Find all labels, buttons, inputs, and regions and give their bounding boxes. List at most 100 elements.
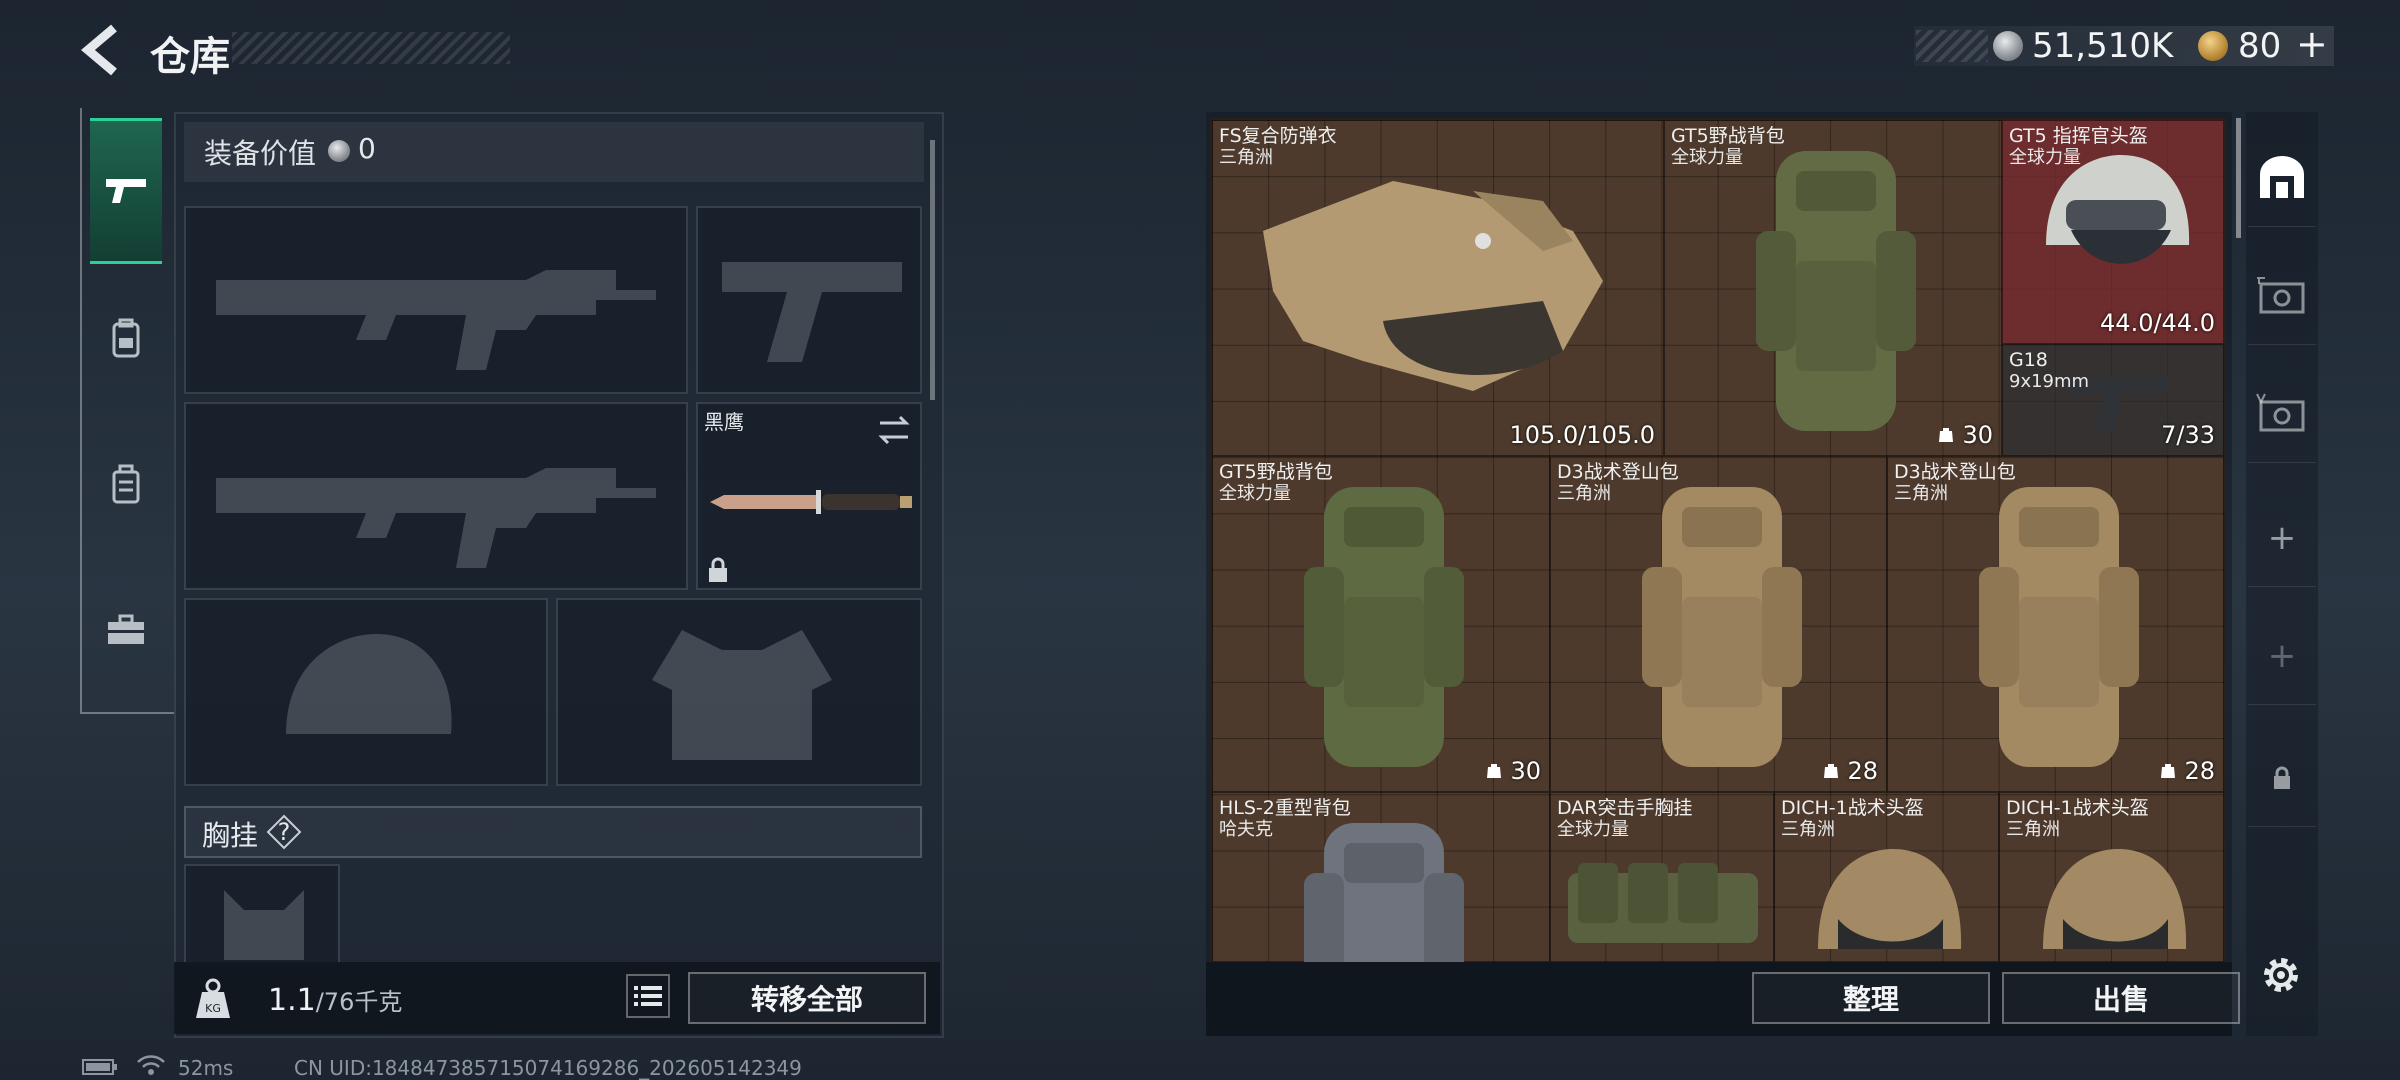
primary-weapon-slot[interactable] <box>184 206 688 394</box>
item-faction: 三角洲 <box>1557 483 1611 504</box>
stash-tab-4[interactable] <box>2248 248 2316 345</box>
stash-item-body-armor[interactable]: FS复合防弹衣 三角洲 105.0/105.0 <box>1212 120 1664 456</box>
item-ammo: 7/33 <box>2161 421 2215 449</box>
chest-rig-picture <box>1568 863 1758 943</box>
sell-button[interactable]: 出售 <box>2002 972 2240 1024</box>
stash-item-pistol[interactable]: G18 9x19mm 7/33 <box>2002 344 2224 456</box>
stash-scrollbar[interactable] <box>2236 118 2241 238</box>
rig-silhouette-icon <box>224 890 304 960</box>
stash-item-backpack[interactable]: D3战术登山包 三角洲 28 <box>1887 456 2224 792</box>
list-icon <box>634 986 662 1006</box>
item-capacity: 28 <box>1822 757 1878 785</box>
chest-rig-slot[interactable] <box>184 864 340 964</box>
item-faction: 三角洲 <box>1219 147 1273 168</box>
storage-main-icon <box>2260 156 2304 198</box>
backpack-tab-icon <box>112 318 140 358</box>
currency-decoration <box>1916 30 1988 62</box>
back-arrow-icon[interactable] <box>78 22 122 78</box>
stash-item-backpack[interactable]: D3战术登山包 三角洲 28 <box>1550 456 1887 792</box>
item-name: GT5 指挥官头盔 <box>2009 125 2148 147</box>
item-durability: 44.0/44.0 <box>2100 309 2215 337</box>
item-faction: 三角洲 <box>1894 483 1948 504</box>
list-view-button[interactable] <box>626 974 670 1018</box>
stash-item-helmet[interactable]: DICH-1战术头盔 三角洲 <box>1999 792 2224 962</box>
item-faction: 全球力量 <box>1219 483 1291 504</box>
equipment-value: 0 <box>358 132 376 165</box>
silver-coin-icon <box>1993 31 2023 61</box>
tab-weapons[interactable] <box>90 118 162 264</box>
melee-item-name: 黑鹰 <box>704 410 744 434</box>
wifi-icon <box>137 1055 165 1075</box>
item-name: GT5野战背包 <box>1219 461 1333 483</box>
storage-icon <box>1938 428 1953 442</box>
stash-tab-locked[interactable] <box>2248 730 2316 827</box>
add-stash-page-button-disabled[interactable]: + <box>2248 608 2316 705</box>
ping-readout: 52ms <box>178 1056 234 1080</box>
stash-item-chest-rig[interactable]: DAR突击手胸挂 全球力量 <box>1550 792 1774 962</box>
backpack-picture <box>1756 151 1916 431</box>
token-amount: 80 <box>2238 26 2282 66</box>
expansion-box-icon <box>2256 393 2305 432</box>
item-name: DAR突击手胸挂 <box>1557 797 1693 819</box>
backpack-picture <box>1979 487 2139 767</box>
swap-icon[interactable] <box>872 408 916 452</box>
helmet-picture <box>1818 849 1962 949</box>
rifle-silhouette-icon <box>216 468 656 568</box>
tab-toolbox[interactable] <box>90 560 162 700</box>
rig-tab-icon <box>112 464 140 504</box>
pistol-slot[interactable] <box>696 206 922 394</box>
storage-icon <box>1823 764 1838 778</box>
tab-backpack[interactable] <box>90 268 162 408</box>
expansion-box-icon <box>2257 277 2305 314</box>
item-name: G18 <box>2009 349 2048 371</box>
item-capacity: 30 <box>1937 421 1993 449</box>
armor-picture <box>1263 181 1603 391</box>
helmet-picture <box>2043 849 2187 949</box>
tab-rig[interactable] <box>90 414 162 554</box>
rifle-silhouette-icon <box>216 270 656 370</box>
backpack-picture <box>1304 487 1464 767</box>
stash-item-backpack[interactable]: GT5野战背包 全球力量 30 <box>1212 456 1550 792</box>
item-faction: 三角洲 <box>1781 819 1835 840</box>
sort-button[interactable]: 整理 <box>1752 972 1990 1024</box>
carry-weight: 1.1/76千克 <box>268 982 402 1018</box>
stash-grid: FS复合防弹衣 三角洲 105.0/105.0 GT5野战背包 全球力量 30 … <box>1210 118 2226 964</box>
weight-icon: KG <box>196 978 230 1018</box>
backpack-picture <box>1642 487 1802 767</box>
item-name: HLS-2重型背包 <box>1219 797 1351 819</box>
helmet-slot[interactable] <box>184 598 548 786</box>
storage-icon <box>1486 764 1501 778</box>
item-faction: 哈夫克 <box>1219 819 1273 840</box>
page-title: 仓库 <box>150 34 230 80</box>
gear-icon[interactable] <box>2258 952 2304 998</box>
transfer-all-button[interactable]: 转移全部 <box>688 972 926 1024</box>
equipment-value-label: 装备价值 <box>204 137 317 170</box>
pistol-icon <box>106 179 146 203</box>
secondary-weapon-slot[interactable] <box>184 402 688 590</box>
equipment-scrollbar[interactable] <box>930 140 935 400</box>
money-amount: 51,510K <box>2032 26 2174 66</box>
stash-item-helmet-highlighted[interactable]: GT5 指挥官头盔 全球力量 44.0/44.0 <box>2002 120 2224 344</box>
stash-item-backpack[interactable]: GT5野战背包 全球力量 30 <box>1664 120 2002 456</box>
chest-rig-label: 胸挂 <box>202 819 259 852</box>
chest-rig-help-button[interactable]: ? <box>266 814 302 850</box>
item-faction: 全球力量 <box>1671 147 1743 168</box>
stash-tab-5[interactable] <box>2248 366 2316 463</box>
armor-slot[interactable] <box>556 598 922 786</box>
carry-weight-max: /76千克 <box>315 988 403 1016</box>
stash-item-backpack[interactable]: HLS-2重型背包 哈夫克 <box>1212 792 1550 962</box>
item-name: DICH-1战术头盔 <box>1781 797 1924 819</box>
carry-weight-current: 1.1 <box>268 983 316 1018</box>
add-stash-page-button[interactable]: + <box>2248 490 2316 587</box>
storage-icon <box>2160 764 2175 778</box>
add-currency-button[interactable]: + <box>2296 22 2328 66</box>
stash-item-helmet[interactable]: DICH-1战术头盔 三角洲 <box>1774 792 1999 962</box>
lock-icon <box>709 557 727 582</box>
item-name: D3战术登山包 <box>1557 461 1679 483</box>
lock-icon <box>2274 766 2290 789</box>
stash-tab-main[interactable] <box>2248 130 2316 227</box>
armor-silhouette-icon <box>652 630 832 760</box>
item-name: DICH-1战术头盔 <box>2006 797 2149 819</box>
item-name: GT5野战背包 <box>1671 125 1785 147</box>
item-faction: 三角洲 <box>2006 819 2060 840</box>
